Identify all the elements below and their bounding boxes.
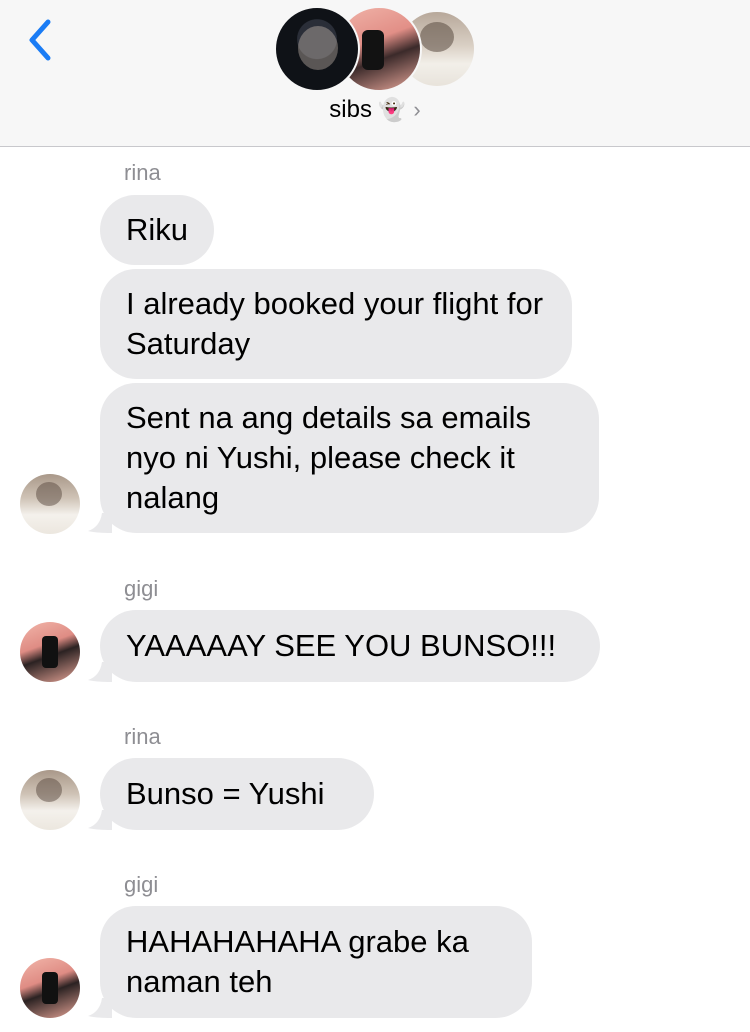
bubble-tail [88, 810, 112, 830]
avatar[interactable] [20, 958, 80, 1018]
message-bubble[interactable]: Bunso = Yushi [100, 758, 374, 830]
message-text: I already booked your flight for Saturda… [126, 286, 544, 361]
group-member-avatar [274, 6, 360, 92]
group-avatar-stack[interactable] [274, 6, 476, 92]
avatar[interactable] [20, 474, 80, 534]
conversation-header: sibs 👻 › [0, 0, 750, 147]
bubble-tail [88, 998, 112, 1018]
sender-name: rina [124, 724, 161, 749]
group-title-button[interactable]: sibs 👻 › [0, 96, 750, 124]
sender-name: gigi [124, 576, 159, 601]
group-title: sibs [329, 96, 372, 123]
bubble-tail [88, 513, 112, 533]
sender-name: gigi [124, 872, 159, 897]
message-bubble[interactable]: Sent na ang details sa emails nyo ni Yus… [100, 383, 599, 533]
chevron-left-icon [29, 19, 51, 61]
message-text: Sent na ang details sa emails nyo ni Yus… [126, 400, 531, 515]
message-bubble[interactable]: HAHAHAHAHA grabe ka naman teh [100, 906, 532, 1018]
bubble-tail [88, 662, 112, 682]
ghost-emoji-icon: 👻 [377, 97, 406, 122]
back-button[interactable] [18, 12, 62, 68]
message-text: YAAAAAY SEE YOU BUNSO!!! [126, 628, 557, 663]
message-text: Bunso = Yushi [126, 776, 325, 811]
chevron-right-icon: › [413, 97, 421, 122]
message-bubble[interactable]: I already booked your flight for Saturda… [100, 269, 572, 379]
avatar[interactable] [20, 770, 80, 830]
message-bubble[interactable]: YAAAAAY SEE YOU BUNSO!!! [100, 610, 600, 682]
sender-name: rina [124, 160, 161, 185]
avatar[interactable] [20, 622, 80, 682]
message-bubble[interactable]: Riku [100, 195, 214, 265]
message-text: Riku [126, 212, 189, 247]
message-text: HAHAHAHAHA grabe ka naman teh [126, 924, 469, 999]
